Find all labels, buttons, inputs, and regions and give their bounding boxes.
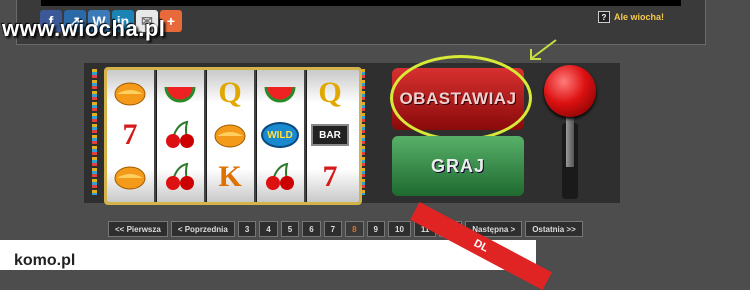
pagination: << Pierwsza < Poprzednia 3 4 5 6 7 8 9 1…	[108, 221, 583, 237]
reel-4: WILD	[257, 70, 306, 202]
site-watermark: www.wiocha.pl	[2, 16, 166, 41]
reel-2	[157, 70, 206, 202]
bar-icon: BAR	[310, 118, 350, 152]
reel-3: Q K	[207, 70, 256, 202]
arrow-icon	[530, 39, 557, 60]
orange-icon	[210, 118, 250, 152]
play-button[interactable]: GRAJ	[392, 136, 524, 196]
help-icon: ?	[598, 11, 610, 23]
orange-icon	[110, 160, 150, 194]
ad-ribbon: DL	[410, 201, 552, 290]
seven-icon: 7	[322, 160, 338, 193]
last-page-link[interactable]: Ostatnia >>	[525, 221, 583, 237]
slot-machine: 7 Q K WILD Q BAR 7 OBASTAWIAJ GRAJ	[84, 55, 620, 205]
wild-label: WILD	[261, 122, 299, 148]
ale-wiocha-label: Ale wiocha!	[614, 12, 665, 22]
first-page-link[interactable]: << Pierwsza	[108, 221, 168, 237]
page-link[interactable]: 3	[237, 221, 257, 237]
prev-page-link[interactable]: < Poprzednia	[170, 221, 235, 237]
page-link[interactable]: 7	[323, 221, 343, 237]
ale-wiocha-link[interactable]: ? Ale wiocha!	[598, 11, 664, 23]
page-link[interactable]: 9	[366, 221, 385, 237]
lever-stick[interactable]	[566, 117, 574, 167]
watermelon-icon	[260, 76, 300, 110]
cherries-icon	[260, 160, 300, 194]
watermelon-icon	[160, 76, 200, 110]
bar-label: BAR	[311, 124, 349, 146]
queen-icon: Q	[318, 76, 342, 109]
light-strip-left	[92, 69, 97, 195]
seven-icon: 7	[122, 118, 138, 151]
reel-5: Q BAR 7	[307, 70, 359, 202]
queen-icon: Q	[218, 76, 242, 109]
orange-icon	[110, 76, 150, 110]
page-link[interactable]: 6	[302, 221, 321, 237]
ad-text: komo.pl	[14, 252, 76, 269]
king-icon: K	[218, 160, 242, 193]
current-page: 8	[345, 221, 364, 237]
reel-1: 7	[107, 70, 156, 202]
cherries-icon	[160, 160, 200, 194]
page-link[interactable]: 4	[259, 221, 278, 237]
page-link[interactable]: 10	[388, 221, 411, 237]
ad-banner[interactable]: komo.pl DL	[0, 201, 552, 290]
page-link[interactable]: 5	[280, 221, 300, 237]
highlight-ellipse	[390, 55, 532, 141]
wild-icon: WILD	[260, 118, 300, 152]
video-bar	[41, 0, 681, 6]
lever-knob[interactable]	[544, 65, 596, 117]
cherries-icon	[160, 118, 200, 152]
reels-frame: 7 Q K WILD Q BAR 7	[104, 67, 362, 205]
